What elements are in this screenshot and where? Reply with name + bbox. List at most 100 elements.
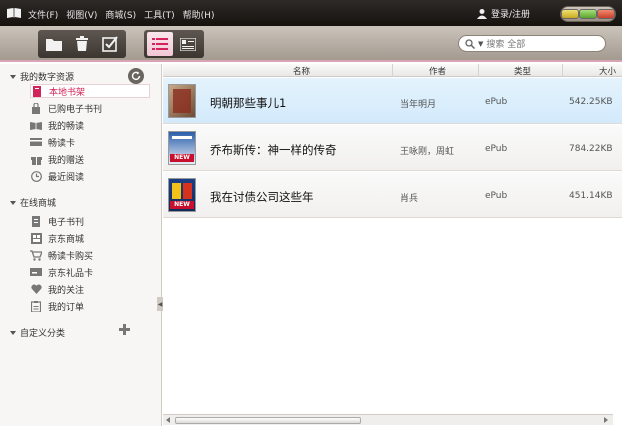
- book-cover: NEW: [168, 178, 196, 212]
- plus-icon[interactable]: [119, 324, 130, 335]
- book-table: 名称 作者 类型 大小 明朝那些事儿1 当年明月 ePub 542.25KB N…: [163, 64, 622, 426]
- book-author: 王咏刚，周虹: [400, 147, 455, 157]
- shelf-view-icon: [180, 37, 196, 51]
- list-view-button[interactable]: [147, 32, 173, 56]
- book-size: 542.25KB: [569, 97, 613, 107]
- sidebar-item-buy-card[interactable]: 畅读卡购买: [30, 248, 93, 262]
- book-author: 肖兵: [400, 194, 419, 204]
- book-cover: NEW: [168, 131, 196, 165]
- sidebar-item-jd-store[interactable]: 京东商城: [30, 231, 84, 245]
- column-separator[interactable]: [478, 64, 479, 77]
- sidebar-item-label: 已购电子书刊: [48, 104, 103, 115]
- heart-icon: [30, 284, 42, 295]
- section-custom-category[interactable]: 自定义分类: [10, 326, 65, 339]
- sidebar-item-label: 我的畅读: [48, 121, 85, 132]
- menu-store[interactable]: 商城(S): [105, 8, 136, 21]
- menu-help[interactable]: 帮助(H): [183, 8, 215, 21]
- sidebar-item-label: 最近阅读: [48, 172, 85, 183]
- search-input[interactable]: 搜索 全部: [486, 37, 525, 50]
- book-icon: [31, 85, 43, 97]
- column-header-title[interactable]: 名称: [293, 65, 310, 77]
- import-folder-button[interactable]: [41, 32, 67, 56]
- cart-icon: [30, 249, 42, 261]
- toolbar: ▼ 搜索 全部: [0, 26, 622, 62]
- sidebar-item-my-reading[interactable]: 我的畅读: [30, 118, 84, 132]
- refresh-button[interactable]: [128, 68, 144, 84]
- new-badge: NEW: [170, 201, 194, 209]
- clock-icon: [30, 170, 42, 182]
- select-button[interactable]: [97, 32, 123, 56]
- refresh-icon: [131, 71, 141, 80]
- close-button[interactable]: [597, 9, 615, 19]
- menu-file[interactable]: 文件(F): [28, 8, 58, 21]
- scroll-right-icon[interactable]: [604, 417, 608, 423]
- sidebar-item-purchased[interactable]: 已购电子书刊: [30, 101, 102, 115]
- column-header-author[interactable]: 作者: [429, 65, 446, 77]
- book-type: ePub: [485, 191, 508, 201]
- delete-button[interactable]: [69, 32, 95, 56]
- table-row[interactable]: NEW 我在讨债公司这些年 肖兵 ePub 451.14KB: [163, 172, 622, 218]
- column-header-type[interactable]: 类型: [514, 65, 531, 77]
- store-icon: [30, 232, 42, 244]
- sidebar-item-local-shelf[interactable]: 本地书架: [30, 84, 150, 98]
- scroll-left-icon[interactable]: [166, 417, 170, 423]
- sidebar: 我的数字资源 本地书架 已购电子书刊 我的畅读 畅读卡 我的赠送 最近阅读 在线…: [0, 64, 163, 426]
- sidebar-item-recent[interactable]: 最近阅读: [30, 169, 84, 183]
- sidebar-item-label: 京东礼品卡: [48, 268, 94, 279]
- lock-icon: [30, 102, 42, 114]
- sidebar-item-gifts[interactable]: 我的赠送: [30, 152, 84, 166]
- section-online-store[interactable]: 在线商城: [10, 196, 56, 209]
- scrollbar-thumb[interactable]: [175, 417, 361, 424]
- book-title: 我在讨债公司这些年: [210, 190, 314, 204]
- sidebar-item-label: 我的赠送: [48, 155, 85, 166]
- window-controls: [560, 6, 616, 22]
- search-box[interactable]: ▼ 搜索 全部: [458, 35, 606, 52]
- file-actions-group: [38, 30, 126, 58]
- section-label: 我的数字资源: [20, 73, 75, 83]
- menu-bar: 文件(F) 视图(V) 商城(S) 工具(T) 帮助(H): [28, 8, 214, 21]
- table-header: 名称 作者 类型 大小: [163, 64, 622, 77]
- chevron-left-icon: ◀: [157, 300, 163, 308]
- menu-view[interactable]: 视图(V): [66, 8, 97, 21]
- table-row[interactable]: NEW 乔布斯传：神一样的传奇 王咏刚，周虹 ePub 784.22KB: [163, 125, 622, 171]
- shelf-view-button[interactable]: [175, 32, 201, 56]
- folder-icon: [46, 38, 62, 51]
- section-my-resources[interactable]: 我的数字资源: [10, 70, 74, 83]
- trash-icon: [76, 36, 88, 51]
- document-icon: [30, 215, 42, 227]
- book-title: 乔布斯传：神一样的传奇: [210, 143, 337, 157]
- column-separator[interactable]: [392, 64, 393, 77]
- sidebar-item-ebooks[interactable]: 电子书刊: [30, 214, 84, 228]
- search-icon: [465, 38, 475, 49]
- expand-arrow-icon: [10, 74, 16, 79]
- expand-arrow-icon: [10, 200, 16, 205]
- sidebar-item-label: 畅读卡购买: [48, 251, 94, 262]
- list-view-icon: [152, 38, 168, 50]
- sidebar-item-gift-card[interactable]: 京东礼品卡: [30, 265, 93, 279]
- sidebar-item-label: 京东商城: [48, 234, 85, 245]
- table-row[interactable]: 明朝那些事儿1 当年明月 ePub 542.25KB: [163, 78, 622, 124]
- book-type: ePub: [485, 144, 508, 154]
- login-link[interactable]: 登录/注册: [476, 7, 530, 20]
- sidebar-item-orders[interactable]: 我的订单: [30, 299, 84, 313]
- title-bar: 文件(F) 视图(V) 商城(S) 工具(T) 帮助(H) 登录/注册: [0, 0, 622, 26]
- book-title: 明朝那些事儿1: [210, 96, 287, 110]
- sidebar-item-label: 我的订单: [48, 302, 85, 313]
- card-icon: [30, 267, 42, 278]
- sidebar-item-following[interactable]: 我的关注: [30, 282, 84, 296]
- book-author: 当年明月: [400, 100, 437, 110]
- horizontal-scrollbar[interactable]: [163, 414, 613, 425]
- checkbox-icon: [102, 36, 118, 52]
- sidebar-item-reading-card[interactable]: 畅读卡: [30, 135, 75, 149]
- chevron-down-icon[interactable]: ▼: [478, 40, 483, 48]
- book-type: ePub: [485, 97, 508, 107]
- maximize-button[interactable]: [579, 9, 597, 19]
- minimize-button[interactable]: [561, 9, 579, 19]
- section-label: 自定义分类: [20, 329, 66, 339]
- column-separator[interactable]: [562, 64, 563, 77]
- column-header-size[interactable]: 大小: [599, 65, 616, 77]
- menu-tools[interactable]: 工具(T): [144, 8, 175, 21]
- sidebar-item-label: 我的关注: [48, 285, 85, 296]
- book-size: 784.22KB: [569, 144, 613, 154]
- book-logo-icon: [7, 8, 21, 18]
